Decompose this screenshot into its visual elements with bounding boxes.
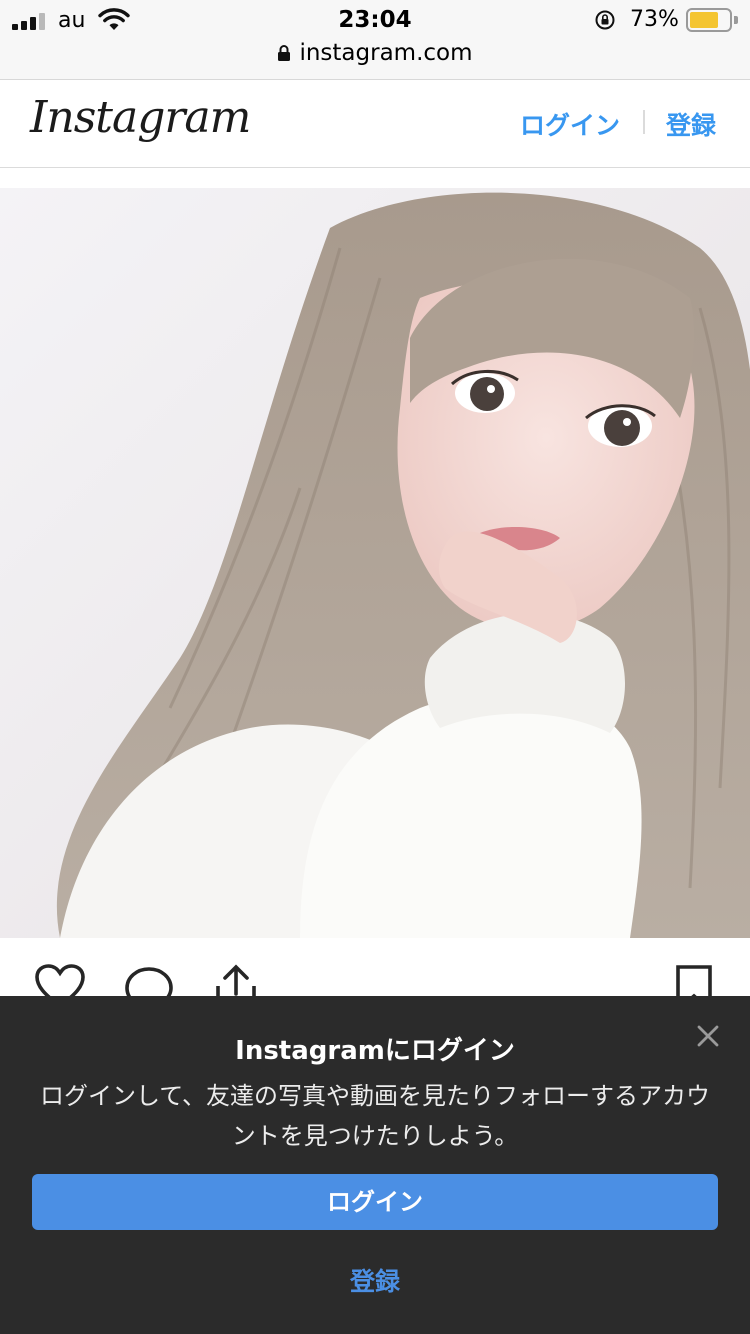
header-link-divider: [643, 110, 645, 134]
url-bar[interactable]: instagram.com: [0, 40, 750, 80]
post-photo-illustration: [0, 188, 750, 938]
heart-icon[interactable]: [34, 964, 86, 996]
post-action-row: [0, 938, 750, 996]
instagram-logo[interactable]: Instagram: [30, 92, 251, 143]
bookmark-icon[interactable]: [674, 964, 714, 996]
comment-icon[interactable]: [124, 966, 174, 996]
url-domain: instagram.com: [299, 40, 473, 66]
sheet-description: ログインして、友達の写真や動画を見たりフォローするアカウントを見つけたりしよう。: [39, 1082, 711, 1150]
sheet-signup-link[interactable]: 登録: [0, 1262, 750, 1298]
battery-icon: [686, 8, 738, 32]
sheet-title: Instagramにログイン: [235, 1036, 515, 1066]
battery-percent: 73%: [630, 7, 679, 32]
padlock-icon: [278, 45, 291, 61]
url-display[interactable]: instagram.com: [0, 40, 750, 66]
status-bar: au 23:04 73%: [0, 0, 750, 40]
login-prompt-sheet: Instagramにログイン ログインして、友達の写真や動画を見たりフォローする…: [0, 996, 750, 1334]
header-signup-link[interactable]: 登録: [666, 106, 716, 142]
sheet-login-button[interactable]: ログイン: [32, 1174, 718, 1230]
instagram-header: Instagram ログイン 登録: [0, 80, 750, 168]
rotation-lock-icon: [595, 10, 615, 30]
post-photo[interactable]: [0, 188, 750, 938]
share-icon[interactable]: [212, 964, 260, 996]
header-login-link[interactable]: ログイン: [520, 106, 620, 142]
